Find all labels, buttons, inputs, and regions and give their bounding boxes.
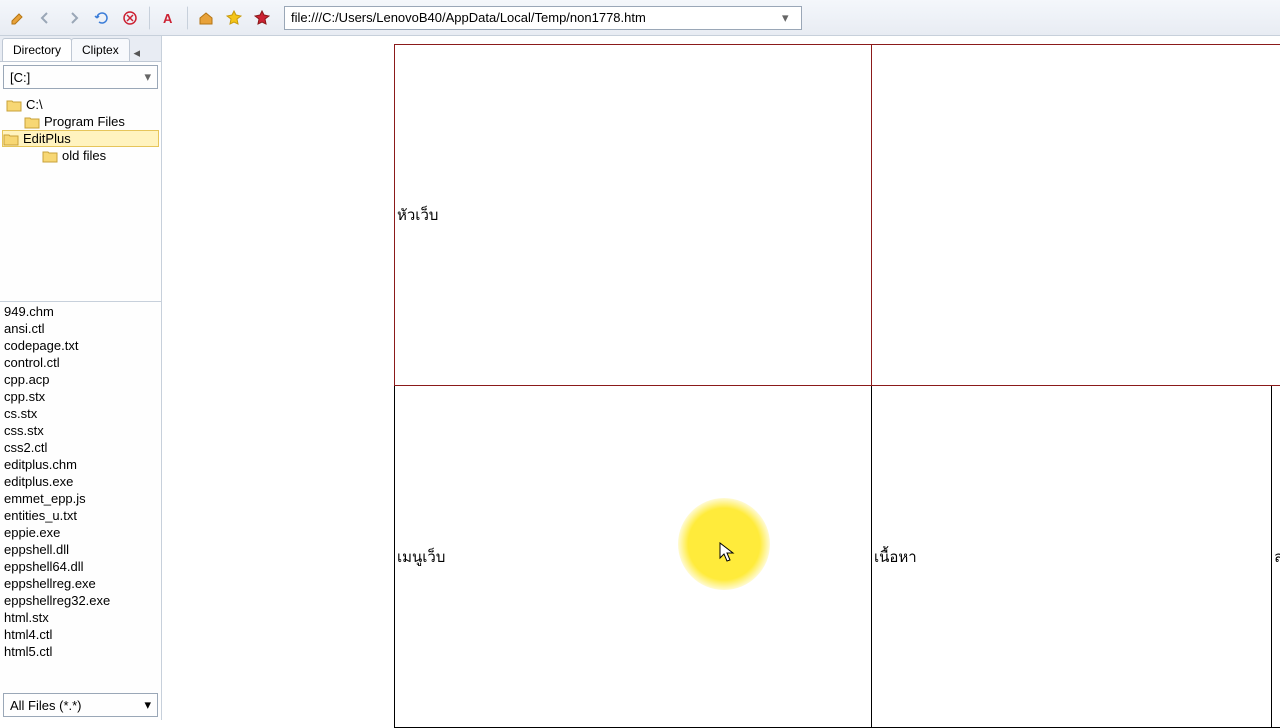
sidebar-tabs: Directory Cliptex ◂	[0, 36, 161, 62]
forward-icon[interactable]	[62, 6, 86, 30]
cell-menu: เมนูเว็บ	[394, 386, 872, 728]
tree-label: old files	[62, 148, 106, 163]
sidebar: Directory Cliptex ◂ [C:] ▾ C:\Program Fi…	[0, 36, 162, 720]
folder-tree: C:\Program Files EditPlus old files	[0, 92, 161, 302]
tree-item[interactable]: EditPlus	[2, 130, 159, 147]
file-item[interactable]: html5.ctl	[2, 643, 159, 660]
cell-right: ล	[1272, 386, 1280, 728]
cell-header-right	[872, 44, 1280, 386]
file-item[interactable]: eppie.exe	[2, 524, 159, 541]
file-item[interactable]: cs.stx	[2, 405, 159, 422]
file-item[interactable]: html.stx	[2, 609, 159, 626]
font-icon[interactable]: A	[156, 6, 180, 30]
file-item[interactable]: css.stx	[2, 422, 159, 439]
tree-item[interactable]: C:\	[2, 96, 159, 113]
tree-item[interactable]: Program Files	[2, 113, 159, 130]
file-item[interactable]: editplus.exe	[2, 473, 159, 490]
stop-icon[interactable]	[118, 6, 142, 30]
chevron-down-icon[interactable]: ▾	[144, 69, 151, 85]
file-item[interactable]: 949.chm	[2, 303, 159, 320]
chevron-down-icon[interactable]: ▾	[144, 697, 151, 713]
file-list: 949.chmansi.ctlcodepage.txtcontrol.ctlcp…	[0, 302, 161, 690]
address-input[interactable]	[284, 6, 802, 30]
filter-label: All Files (*.*)	[10, 698, 82, 713]
file-item[interactable]: eppshell.dll	[2, 541, 159, 558]
star-icon[interactable]	[222, 6, 246, 30]
browser-view: หัวเว็บ เมนูเว็บ เนื้อหา ล	[162, 36, 1280, 720]
file-item[interactable]: eppshellreg.exe	[2, 575, 159, 592]
file-item[interactable]: html4.ctl	[2, 626, 159, 643]
drive-label: [C:]	[10, 70, 30, 85]
cell-content: เนื้อหา	[872, 386, 1272, 728]
toolbar: A ▾	[0, 0, 1280, 36]
tree-label: Program Files	[44, 114, 125, 129]
file-item[interactable]: cpp.stx	[2, 388, 159, 405]
svg-text:A: A	[163, 11, 173, 26]
drive-select[interactable]: [C:] ▾	[3, 65, 158, 89]
file-item[interactable]: editplus.chm	[2, 456, 159, 473]
back-icon[interactable]	[34, 6, 58, 30]
edit-icon[interactable]	[6, 6, 30, 30]
file-filter[interactable]: All Files (*.*) ▾	[3, 693, 158, 717]
home-icon[interactable]	[194, 6, 218, 30]
separator	[148, 6, 150, 30]
separator	[186, 6, 188, 30]
tab-scroll-icon[interactable]: ◂	[129, 45, 145, 61]
main: Directory Cliptex ◂ [C:] ▾ C:\Program Fi…	[0, 36, 1280, 720]
file-item[interactable]: codepage.txt	[2, 337, 159, 354]
chevron-down-icon[interactable]: ▾	[782, 10, 798, 26]
file-item[interactable]: emmet_epp.js	[2, 490, 159, 507]
tree-label: EditPlus	[23, 131, 71, 146]
file-item[interactable]: css2.ctl	[2, 439, 159, 456]
file-item[interactable]: cpp.acp	[2, 371, 159, 388]
address-bar[interactable]: ▾	[284, 6, 802, 30]
tree-item[interactable]: old files	[2, 147, 159, 164]
file-item[interactable]: eppshellreg32.exe	[2, 592, 159, 609]
file-item[interactable]: entities_u.txt	[2, 507, 159, 524]
tree-label: C:\	[26, 97, 43, 112]
file-item[interactable]: control.ctl	[2, 354, 159, 371]
tab-directory[interactable]: Directory	[2, 38, 72, 61]
file-item[interactable]: eppshell64.dll	[2, 558, 159, 575]
tab-cliptext[interactable]: Cliptex	[71, 38, 130, 61]
file-item[interactable]: ansi.ctl	[2, 320, 159, 337]
refresh-icon[interactable]	[90, 6, 114, 30]
bookmark-icon[interactable]	[250, 6, 274, 30]
cell-header: หัวเว็บ	[394, 44, 872, 386]
